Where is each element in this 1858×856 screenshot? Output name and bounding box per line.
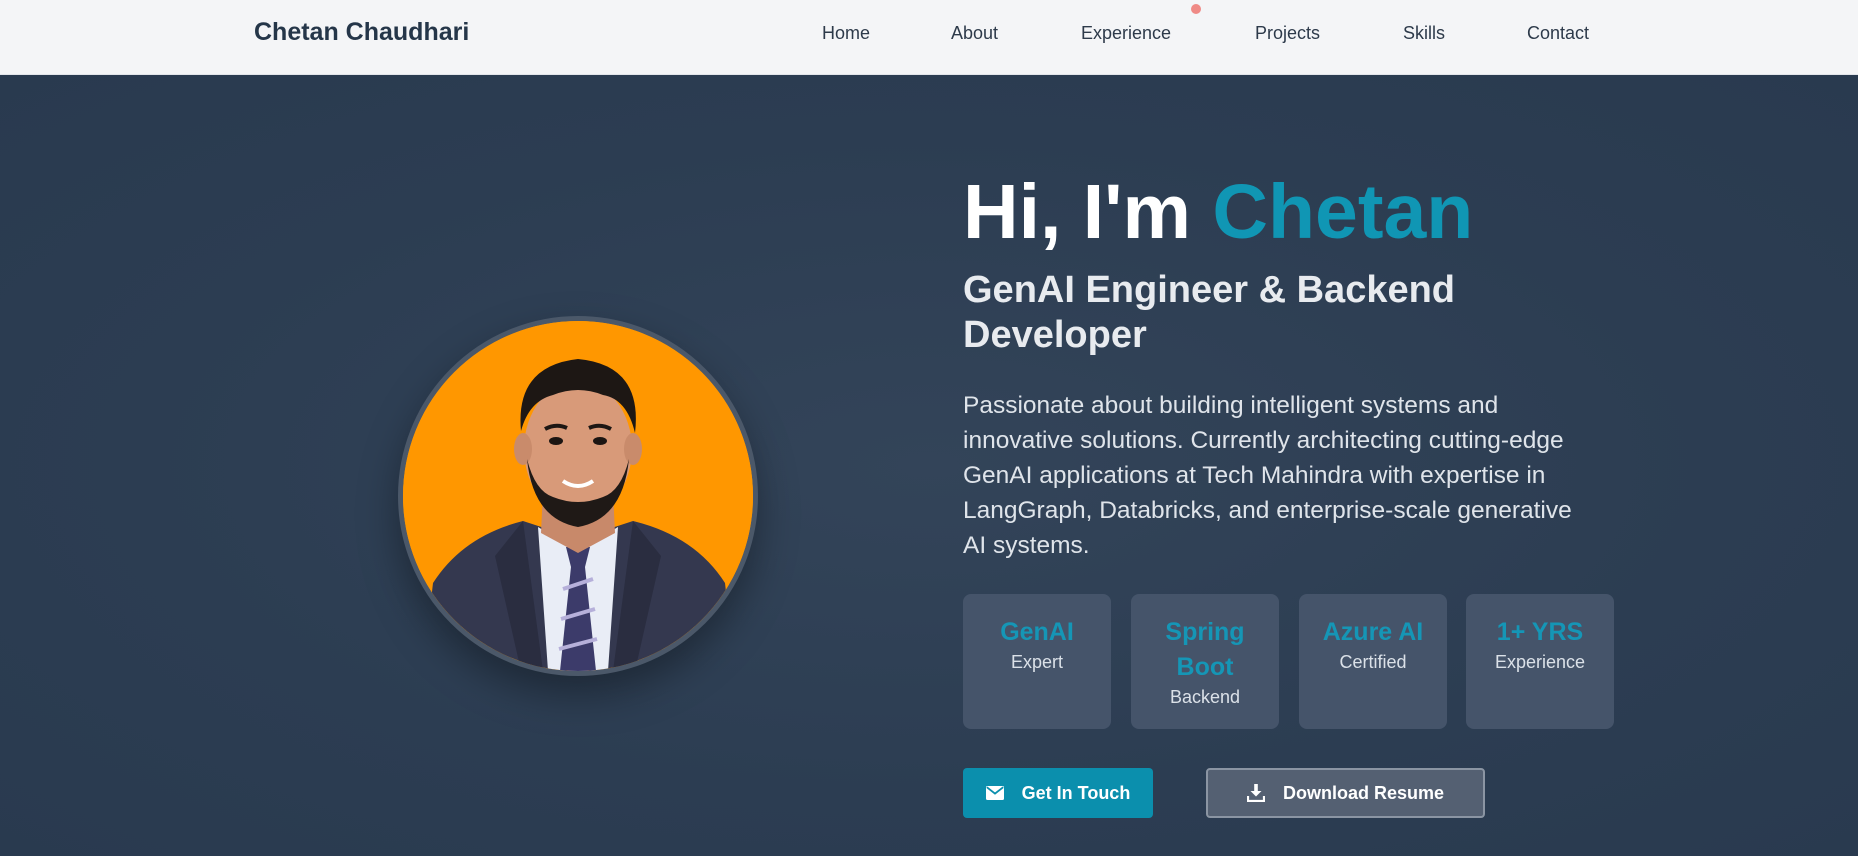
stat-value: Spring Boot (1165, 618, 1245, 681)
hero-bio: Passionate about building intelligent sy… (963, 392, 1572, 559)
download-resume-button[interactable]: Download Resume (1206, 768, 1485, 818)
stat-card-azure-ai: Azure AI Certified (1299, 594, 1447, 729)
get-in-touch-button[interactable]: Get In Touch (963, 768, 1153, 818)
stat-card-experience: 1+ YRS Experience (1466, 594, 1614, 729)
get-in-touch-label: Get In Touch (1021, 782, 1131, 803)
nav-link-skills[interactable]: Skills (1403, 23, 1445, 44)
brand-logo[interactable]: Chetan Chaudhari (254, 18, 469, 47)
nav-link-contact[interactable]: Contact (1527, 23, 1589, 44)
hero-greeting: Hi, I'm Chetan (963, 168, 1473, 257)
stat-label: Experience (1494, 652, 1586, 672)
nav-link-home[interactable]: Home (822, 23, 870, 44)
active-indicator-dot (1191, 4, 1201, 14)
stat-label: Backend (1169, 687, 1241, 707)
hero-role: GenAI Engineer & Backend Developer (963, 269, 1456, 356)
greeting-prefix: Hi, I'm (963, 169, 1213, 255)
nav-link-projects[interactable]: Projects (1255, 23, 1320, 44)
stat-label: Expert (1010, 652, 1064, 672)
greeting-name: Chetan (1212, 169, 1474, 255)
stat-card-genai: GenAI Expert (963, 594, 1111, 729)
stat-value: Azure AI (1322, 618, 1424, 646)
profile-photo (398, 316, 758, 676)
nav-link-experience[interactable]: Experience (1081, 23, 1171, 44)
stat-label: Certified (1339, 652, 1407, 672)
download-icon (1246, 784, 1265, 802)
stat-value: 1+ YRS (1496, 618, 1584, 646)
navbar: Chetan Chaudhari Home About Experience P… (0, 0, 1858, 75)
envelope-icon (985, 786, 1004, 800)
stat-value: GenAI (1000, 618, 1074, 646)
stat-card-spring-boot: Spring Boot Backend (1131, 594, 1279, 729)
profile-portrait-illustration (403, 321, 753, 671)
download-resume-label: Download Resume (1282, 782, 1445, 803)
nav-link-about[interactable]: About (951, 23, 998, 44)
